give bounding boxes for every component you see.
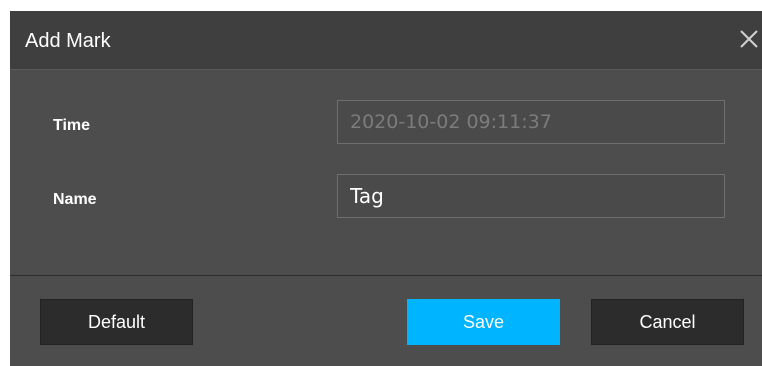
time-label: Time — [53, 117, 91, 134]
dialog-titlebar: Add Mark — [10, 11, 762, 70]
name-field[interactable] — [337, 174, 725, 218]
cancel-button[interactable]: Cancel — [591, 299, 744, 345]
default-button[interactable]: Default — [40, 299, 193, 345]
close-icon[interactable] — [738, 28, 760, 50]
dialog-title: Add Mark — [25, 30, 111, 52]
name-label: Name — [53, 191, 97, 208]
add-mark-dialog: Add Mark Time Name Default Save Cancel — [10, 11, 762, 366]
footer-divider — [10, 275, 762, 276]
save-button[interactable]: Save — [407, 299, 560, 345]
time-field — [337, 100, 725, 144]
